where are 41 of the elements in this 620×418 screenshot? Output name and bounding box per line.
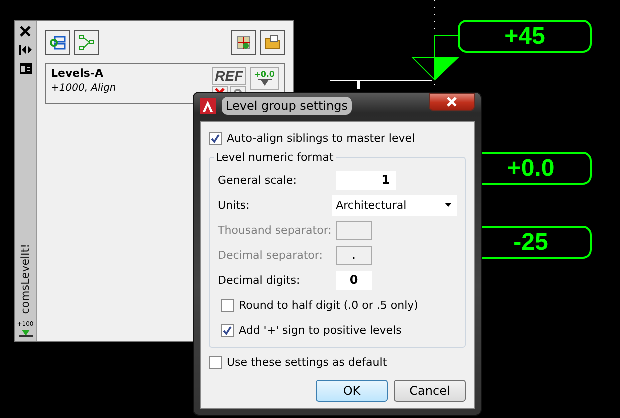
dialog-title: Level group settings <box>222 97 352 115</box>
hierarchy-icon[interactable] <box>74 30 99 55</box>
resize-arrows-icon[interactable] <box>19 45 32 55</box>
checkbox[interactable] <box>221 324 234 336</box>
palette-title: comsLevelIt! <box>19 244 32 314</box>
checkbox-label[interactable]: Add '+' sign to positive levels <box>239 324 402 336</box>
group-title: Level numeric format <box>214 151 336 164</box>
window-icon[interactable] <box>20 63 32 74</box>
level-marker-icon <box>18 330 32 337</box>
checkmark-icon <box>211 134 220 143</box>
input-field[interactable]: 0 <box>336 270 372 290</box>
scale-field[interactable]: 1 <box>336 170 396 190</box>
level-marker-icon <box>258 79 272 87</box>
checkbox[interactable] <box>209 132 222 145</box>
level-label: +0.0 <box>254 70 275 79</box>
checkbox-label[interactable]: Use these settings as default <box>227 356 388 369</box>
reference-badge: REF <box>212 67 246 85</box>
close-icon <box>446 97 458 107</box>
level-group-info: +1000, Align <box>51 83 116 94</box>
checkbox-label[interactable]: Round to half digit (.0 or .5 only) <box>239 298 418 312</box>
field-label: Decimal digits: <box>218 274 302 286</box>
settings-grid-icon[interactable] <box>231 30 256 55</box>
caret-icon <box>445 203 452 207</box>
checkbox[interactable] <box>221 298 234 312</box>
close-button[interactable] <box>429 93 475 111</box>
cancel-button[interactable]: Cancel <box>394 380 466 402</box>
field-label: General scale: <box>218 174 298 186</box>
units-dropdown[interactable]: Architectural <box>332 194 457 216</box>
level-tag: +45 <box>458 20 592 53</box>
checkbox[interactable] <box>209 356 222 369</box>
level-group-name: Levels-A <box>51 67 104 80</box>
folder-icon[interactable] <box>260 30 285 55</box>
checkbox-label[interactable]: Auto-align siblings to master level <box>227 132 416 145</box>
app-logo-icon <box>200 98 216 114</box>
field-label: Decimal separator: <box>218 248 324 262</box>
checkmark-icon <box>223 326 232 334</box>
ok-button[interactable]: OK <box>316 380 388 402</box>
close-icon[interactable] <box>20 26 31 37</box>
field-label: Units: <box>218 198 251 212</box>
field-label: Thousand separator: <box>218 224 333 236</box>
refresh-list-icon[interactable] <box>45 30 70 55</box>
